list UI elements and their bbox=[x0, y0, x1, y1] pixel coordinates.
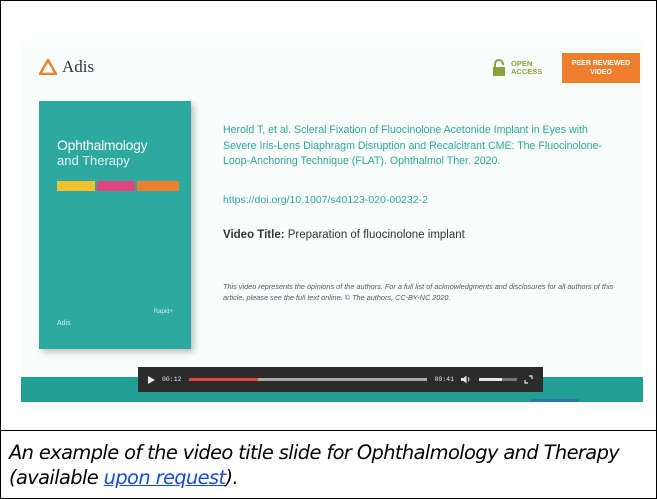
caption-text-after: ). bbox=[225, 466, 239, 489]
upon-request-link[interactable]: upon request bbox=[104, 466, 226, 489]
cover-stripe-pink bbox=[97, 181, 135, 191]
peer-reviewed-video-badge: PEER REVIEWED VIDEO bbox=[562, 53, 640, 83]
play-icon[interactable] bbox=[148, 375, 155, 384]
video-title-slide: Adis OPEN ACCESS PEER REVIEWED VIDEO Oph… bbox=[21, 41, 643, 402]
total-time: 00:41 bbox=[434, 376, 454, 383]
fullscreen-icon[interactable] bbox=[524, 375, 533, 384]
caption-divider bbox=[1, 430, 657, 431]
cover-journal-title: Ophthalmology bbox=[57, 137, 148, 153]
journal-cover: Ophthalmology and Therapy Rapid+ Adis bbox=[39, 101, 191, 349]
cover-imprint: Rapid+ bbox=[153, 309, 173, 315]
figure-caption: An example of the video title slide for … bbox=[9, 440, 654, 490]
open-access-badge: OPEN ACCESS bbox=[492, 59, 551, 77]
adis-triangle-icon bbox=[39, 59, 57, 75]
cover-publisher: Adis bbox=[57, 320, 71, 327]
disclaimer-text: This video represents the opinions of th… bbox=[223, 282, 614, 302]
video-title-value: Preparation of fluocinolone implant bbox=[287, 229, 465, 241]
progress-bar[interactable] bbox=[188, 378, 428, 381]
adis-logo-text: Adis bbox=[62, 57, 95, 76]
figure-frame: Adis OPEN ACCESS PEER REVIEWED VIDEO Oph… bbox=[0, 0, 657, 499]
cover-journal-subtitle: and Therapy bbox=[57, 153, 130, 168]
volume-slider[interactable] bbox=[479, 378, 517, 381]
cover-stripe-orange bbox=[137, 181, 179, 191]
footer-accent bbox=[531, 399, 579, 402]
volume-icon[interactable] bbox=[461, 375, 472, 384]
open-access-label: OPEN ACCESS bbox=[511, 59, 543, 76]
lock-icon bbox=[493, 59, 505, 76]
video-title: Video Title: Preparation of fluocinolone… bbox=[223, 229, 465, 241]
video-title-label: Video Title: bbox=[223, 229, 285, 241]
caption-text-before: An example of the video title slide for … bbox=[9, 441, 620, 489]
doi-link[interactable]: https://doi.org/10.1007/s40123-020-00232… bbox=[223, 194, 428, 206]
article-citation: Herold T, et al. Scleral Fixation of Flu… bbox=[223, 124, 602, 167]
video-player-controls: 00:12 00:41 bbox=[138, 367, 543, 392]
current-time: 00:12 bbox=[162, 376, 182, 383]
progress-fill bbox=[188, 378, 258, 381]
adis-logo: Adis bbox=[39, 57, 94, 77]
cover-stripe-yellow bbox=[57, 181, 95, 191]
